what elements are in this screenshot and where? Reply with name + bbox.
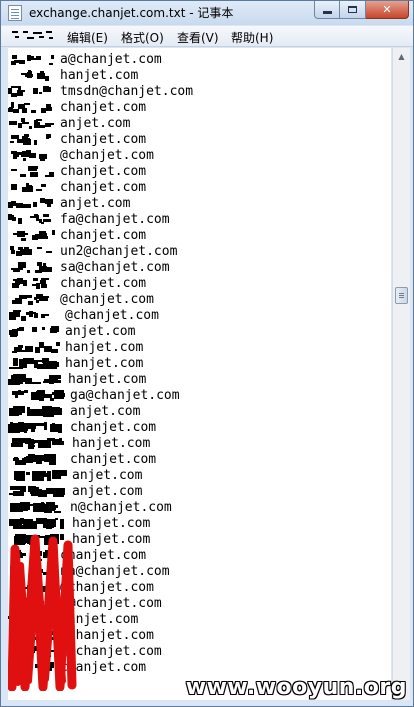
redacted-block bbox=[8, 436, 78, 452]
line-text: @chanjet.com bbox=[65, 308, 159, 323]
line-text: hanjet.com bbox=[72, 436, 151, 451]
line-text: chanjet.com bbox=[60, 164, 147, 179]
text-line: chanjet.com bbox=[8, 420, 388, 436]
notepad-icon[interactable] bbox=[8, 5, 22, 21]
grip-icon bbox=[399, 293, 404, 294]
text-line: a@chanjet.com bbox=[8, 52, 388, 68]
line-text: tmsdn@chanjet.com bbox=[60, 84, 194, 99]
redacted-block bbox=[8, 420, 78, 436]
minimize-button[interactable] bbox=[314, 1, 340, 19]
line-text: hanjet.com bbox=[68, 372, 147, 387]
text-line: un2@chanjet.com bbox=[8, 244, 388, 260]
caption-buttons: ✕ bbox=[314, 1, 409, 19]
line-text: @chanjet.com bbox=[60, 292, 154, 307]
text-line: hanjet.com bbox=[8, 340, 388, 356]
minimize-icon bbox=[322, 11, 332, 14]
redacted-block bbox=[8, 484, 78, 500]
text-line: anjet.com bbox=[8, 468, 388, 484]
watermark: www.wooyun.org bbox=[185, 675, 407, 700]
text-line: hanjet.com bbox=[8, 68, 388, 84]
menu-format[interactable]: 格式(O) bbox=[121, 29, 164, 46]
line-text: chanjet.com bbox=[70, 452, 157, 467]
text-line: hanjet.com bbox=[8, 436, 388, 452]
text-line: chanjet.com bbox=[8, 276, 388, 292]
line-text: anjet.com bbox=[60, 116, 131, 131]
menu-help[interactable]: 帮助(H) bbox=[231, 29, 273, 46]
line-text: n@chanjet.com bbox=[70, 500, 172, 515]
window-title: exchange.chanjet.com.txt - 记事本 bbox=[29, 6, 234, 20]
line-text: chanjet.com bbox=[70, 420, 157, 435]
title-bar[interactable]: exchange.chanjet.com.txt - 记事本 ✕ bbox=[1, 1, 413, 25]
red-marker-scribble bbox=[8, 534, 77, 691]
text-line: fa@chanjet.com bbox=[8, 212, 388, 228]
menu-file[interactable] bbox=[9, 28, 57, 44]
line-text: a@chanjet.com bbox=[60, 52, 162, 67]
line-text: chanjet.com bbox=[60, 132, 147, 147]
vertical-scrollbar[interactable]: ▲ ▼ bbox=[392, 48, 410, 700]
line-text: chanjet.com bbox=[60, 228, 147, 243]
line-text: sa@chanjet.com bbox=[60, 260, 170, 275]
line-text: anjet.com bbox=[70, 404, 141, 419]
text-line: anjet.com bbox=[8, 404, 388, 420]
text-line: hanjet.com bbox=[8, 372, 388, 388]
text-line: chanjet.com bbox=[8, 180, 388, 196]
scrollbar-thumb[interactable] bbox=[395, 287, 408, 304]
text-line: anjet.com bbox=[8, 484, 388, 500]
text-line: @chanjet.com bbox=[8, 292, 388, 308]
line-text: @chanjet.com bbox=[60, 148, 154, 163]
line-text: hanjet.com bbox=[65, 356, 144, 371]
notepad-window: exchange.chanjet.com.txt - 记事本 ✕ 编辑(E) 格… bbox=[0, 0, 414, 707]
text-line: sa@chanjet.com bbox=[8, 260, 388, 276]
text-line: hanjet.com bbox=[8, 356, 388, 372]
line-text: hanjet.com bbox=[72, 516, 151, 531]
line-text: hanjet.com bbox=[60, 68, 139, 83]
line-text: anjet.com bbox=[72, 484, 143, 499]
maximize-icon bbox=[348, 6, 357, 13]
menu-edit[interactable]: 编辑(E) bbox=[67, 29, 108, 46]
text-line: chanjet.com bbox=[8, 452, 388, 468]
text-line: ga@chanjet.com bbox=[8, 388, 388, 404]
redacted-block bbox=[8, 452, 78, 468]
text-line: anjet.com bbox=[8, 196, 388, 212]
line-text: anjet.com bbox=[60, 196, 131, 211]
text-line: @chanjet.com bbox=[8, 308, 388, 324]
redacted-block bbox=[8, 404, 78, 420]
line-text: un2@chanjet.com bbox=[60, 244, 178, 259]
line-text: chanjet.com bbox=[60, 276, 147, 291]
text-line: anjet.com bbox=[8, 116, 388, 132]
menu-view[interactable]: 查看(V) bbox=[177, 29, 219, 46]
line-text: hanjet.com bbox=[72, 532, 151, 547]
line-text: chanjet.com bbox=[60, 100, 147, 115]
text-line: chanjet.com bbox=[8, 164, 388, 180]
maximize-button[interactable] bbox=[340, 1, 366, 19]
scroll-up-arrow-icon[interactable]: ▲ bbox=[393, 48, 410, 65]
text-line: anjet.com bbox=[8, 324, 388, 340]
line-text: chanjet.com bbox=[60, 180, 147, 195]
text-line: chanjet.com bbox=[8, 132, 388, 148]
text-line: tmsdn@chanjet.com bbox=[8, 84, 388, 100]
text-line: chanjet.com bbox=[8, 228, 388, 244]
line-text: hanjet.com bbox=[65, 340, 144, 355]
close-button[interactable]: ✕ bbox=[366, 1, 409, 19]
line-text: ga@chanjet.com bbox=[70, 388, 180, 403]
line-text: anjet.com bbox=[65, 324, 136, 339]
text-line: chanjet.com bbox=[8, 100, 388, 116]
text-line: @chanjet.com bbox=[8, 148, 388, 164]
redacted-block bbox=[8, 388, 78, 404]
line-text: fa@chanjet.com bbox=[60, 212, 170, 227]
close-icon: ✕ bbox=[382, 3, 392, 16]
line-text: anjet.com bbox=[72, 468, 143, 483]
redacted-block bbox=[8, 468, 78, 484]
menu-bar: 编辑(E) 格式(O) 查看(V) 帮助(H) bbox=[1, 26, 413, 47]
